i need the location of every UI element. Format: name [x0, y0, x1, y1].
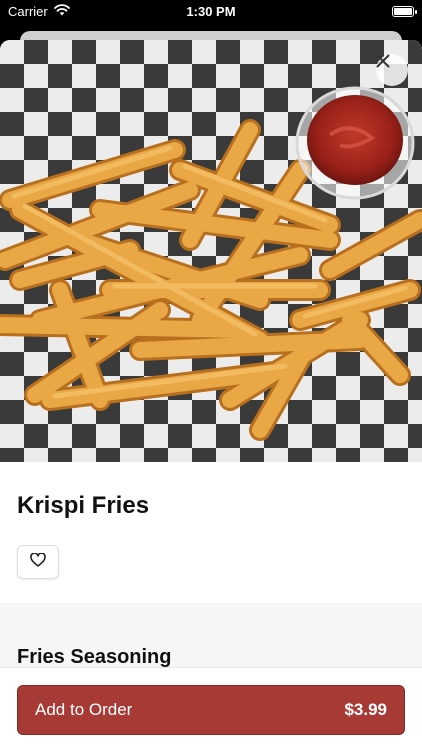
- app-screen: Carrier 1:30 PM Krispi Fries Fries Seaso…: [0, 0, 422, 750]
- heart-icon: [30, 551, 46, 572]
- item-detail-sheet: Krispi Fries Fries Seasoning Add to Orde…: [0, 40, 422, 750]
- seasoning-section-title: Fries Seasoning: [17, 646, 172, 668]
- item-title: Krispi Fries: [17, 492, 150, 519]
- status-bar: Carrier 1:30 PM: [0, 0, 422, 22]
- favorite-button[interactable]: [17, 545, 59, 579]
- close-button[interactable]: [376, 54, 408, 86]
- add-to-order-label: Add to Order: [35, 700, 133, 719]
- order-footer: Add to Order $3.99: [0, 667, 422, 750]
- order-price: $3.99: [344, 700, 387, 719]
- status-time: 1:30 PM: [186, 4, 236, 19]
- item-photo: [0, 40, 422, 462]
- add-to-order-button[interactable]: Add to Order $3.99: [17, 685, 405, 735]
- battery-icon: [392, 5, 417, 17]
